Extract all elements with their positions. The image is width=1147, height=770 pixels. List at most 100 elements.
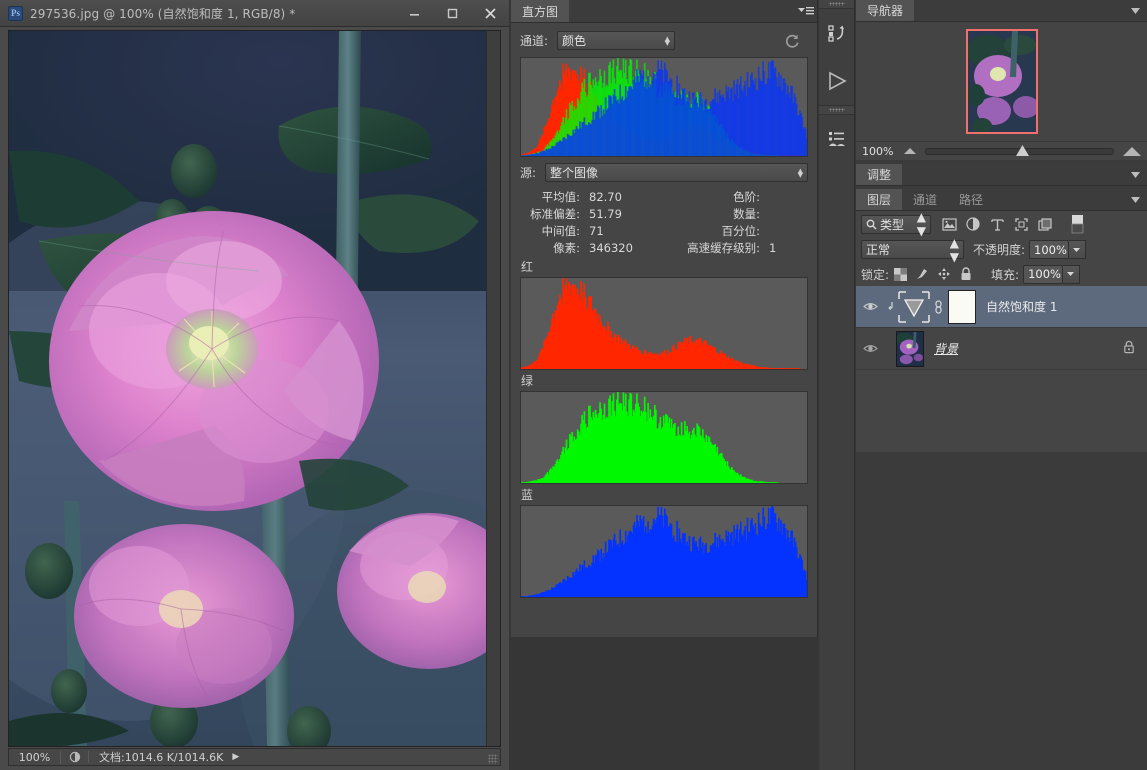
actions-play-icon[interactable] [819,57,854,105]
table-row[interactable]: 背景 [856,328,1147,370]
layer-thumbnail[interactable] [896,330,924,367]
layers-menu-icon[interactable] [1125,189,1147,210]
dock-grip-middle[interactable] [819,106,854,115]
tab-histogram[interactable]: 直方图 [511,0,570,22]
stat-stddev-key: 标准偏差: [530,206,580,221]
stat-stddev-value: 51.79 [589,206,622,221]
lock-image-icon[interactable] [911,264,933,284]
navigator-zoom-slider[interactable] [925,144,1114,157]
blend-mode-select[interactable]: 正常 ▲ ▼ [861,236,964,264]
tab-navigator[interactable]: 导航器 [856,0,915,21]
channel-select[interactable]: 颜色 ▲ ▼ [557,31,676,50]
tabbar-filler [569,0,795,22]
collapsed-panel-dock [819,0,855,770]
fill-value[interactable]: 100% [1023,264,1064,284]
status-expand-arrow[interactable]: ▶ [232,752,239,762]
flower-photo [9,31,500,746]
history-icon[interactable] [819,9,854,57]
tab-layers[interactable]: 图层 [856,189,903,210]
image-canvas[interactable] [8,30,501,747]
stat-cache: 高速缓存级别: 1 [664,239,808,256]
document-titlebar[interactable]: Ps 297536.jpg @ 100% (自然饱和度 1, RGB/8) * [0,0,509,27]
fill-stepper[interactable] [1063,264,1081,284]
vibrance-adjustment-icon[interactable] [896,289,932,325]
navigator-tabbar-filler [914,0,1125,21]
table-row[interactable]: 自然饱和度 1 [856,286,1147,328]
canvas-vertical-scrollbar[interactable] [486,31,500,746]
histogram-tabbar: 直方图 [511,0,817,23]
stat-pixels-value: 346320 [589,240,633,255]
stat-mean-value: 82.70 [589,189,622,204]
red-histogram-plot [521,278,807,369]
opacity-value[interactable]: 100% [1029,240,1070,259]
tab-paths[interactable]: 路径 [948,189,995,210]
source-select[interactable]: 整个图像 ▲ ▼ [545,163,808,182]
layer-lock-icon [1123,340,1135,357]
adjustments-tabbar-filler [902,164,1125,185]
right-panel-dock: 导航器 100% 调整 图层 通道 路径 类型 ▲ ▼ 正常 ▲ ▼ 不透明度:… [856,0,1147,770]
tab-adjustments[interactable]: 调整 [856,164,903,185]
opacity-stepper[interactable] [1069,240,1087,259]
source-select-arrows: ▲ ▼ [797,166,803,179]
layer-name[interactable]: 背景 [934,340,958,357]
red-histogram [520,277,808,370]
lock-transparency-icon[interactable] [889,264,911,284]
layer-mask-thumbnail[interactable] [948,289,976,324]
panel-menu-icon[interactable] [795,0,817,22]
smartobject-filter-icon[interactable] [1033,213,1057,235]
document-window: Ps 297536.jpg @ 100% (自然饱和度 1, RGB/8) * [0,0,509,770]
blue-histogram [520,505,808,598]
resize-grip[interactable] [488,754,498,764]
document-title: 297536.jpg @ 100% (自然饱和度 1, RGB/8) * [30,6,296,21]
close-button[interactable] [471,0,509,27]
stat-stddev: 标准偏差: 51.79 [520,205,664,222]
navigator-view-box[interactable] [965,29,1038,134]
navigator-zoom-knob[interactable] [1015,144,1029,157]
refresh-icon[interactable] [784,33,800,49]
layer-visibility-toggle[interactable] [856,343,884,354]
link-mask-icon[interactable] [932,299,944,314]
zoom-out-icon[interactable] [904,148,916,154]
layers-empty-area [856,370,1147,452]
navigator-panel: 导航器 100% [856,0,1147,160]
stat-median-value: 71 [589,223,604,238]
navigator-thumbnail [967,31,1036,132]
layer-visibility-toggle[interactable] [856,301,884,312]
navigator-zoom-value[interactable]: 100% [862,145,904,158]
status-zoom-level[interactable]: 100% [9,750,61,764]
navigator-menu-icon[interactable] [1125,0,1147,21]
layer-filter-row: 类型 ▲ ▼ [856,210,1147,238]
stat-percentile-key: 百分位: [721,223,760,238]
stat-median-key: 中间值: [541,223,580,238]
green-histogram-plot [521,392,807,483]
status-proof-icon[interactable] [61,751,89,763]
lock-position-icon[interactable] [933,264,955,284]
adjustment-filter-icon[interactable] [961,213,985,235]
navigator-preview[interactable] [856,22,1147,141]
channel-select-arrows: ▲ ▼ [664,34,671,47]
blend-mode-value: 正常 [866,243,891,257]
filter-toggle-icon[interactable] [1065,213,1089,235]
source-row: 源: 整个图像 ▲ ▼ [520,163,808,182]
composite-histogram-plot [521,58,807,156]
tab-channels[interactable]: 通道 [902,189,949,210]
maximize-button[interactable] [433,0,471,27]
layer-filter-select[interactable]: 类型 ▲ ▼ [861,210,931,238]
layer-name[interactable]: 自然饱和度 1 [986,298,1057,315]
zoom-in-icon[interactable] [1123,146,1141,156]
shape-filter-icon[interactable] [1009,213,1033,235]
adjustments-tabbar: 调整 [856,164,1147,186]
blue-histogram-plot [521,506,807,597]
minimize-button[interactable] [395,0,433,27]
adjustments-menu-icon[interactable] [1125,164,1147,185]
lock-label: 锁定: [861,267,890,282]
histogram-statistics: 平均值: 82.70 标准偏差: 51.79 中间值: 71 像素: 34632… [520,188,808,256]
photoshop-logo-icon: Ps [8,5,23,21]
type-filter-icon[interactable] [985,213,1009,235]
pixel-filter-icon[interactable] [937,213,961,235]
lock-all-icon[interactable] [955,264,977,284]
layers-tabbar: 图层 通道 路径 [856,189,1147,211]
dock-grip-top[interactable] [819,0,854,9]
adjustments-icon[interactable] [819,115,854,163]
stat-pixels-key: 像素: [553,240,580,255]
